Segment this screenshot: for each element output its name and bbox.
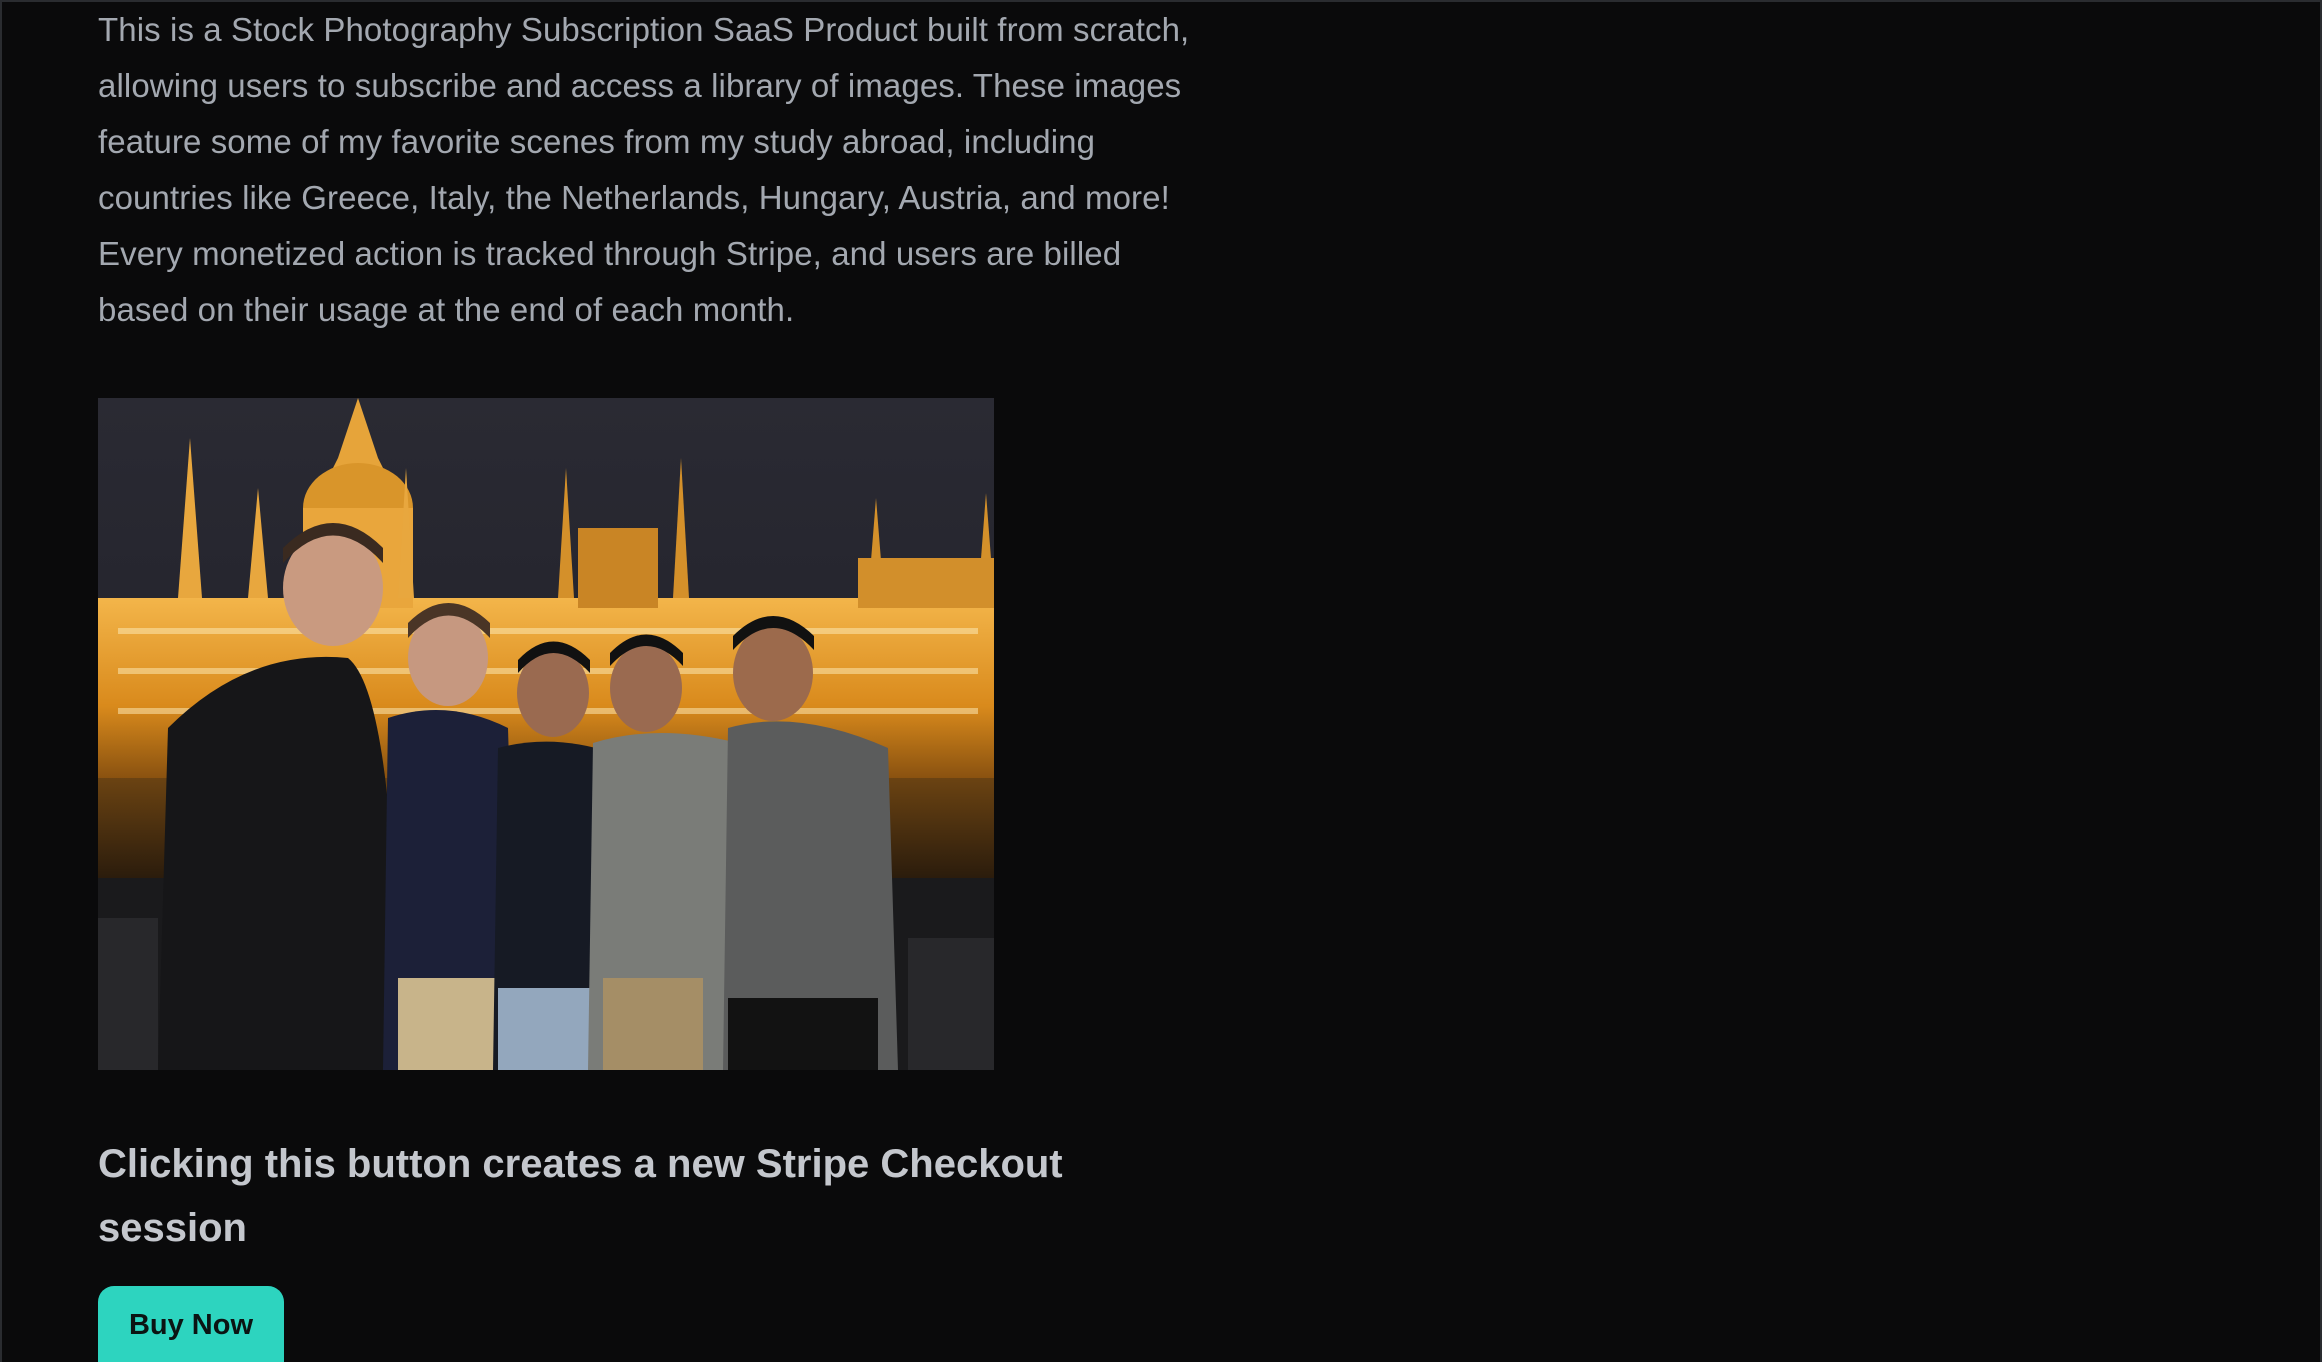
description-line: based on their usage at the end of each … bbox=[98, 291, 795, 328]
group-photo bbox=[98, 398, 994, 1070]
description-line: countries like Greece, Italy, the Nether… bbox=[98, 179, 1170, 216]
checkout-heading-line: Clicking this button creates a new Strip… bbox=[98, 1142, 1063, 1186]
page-frame: This is a Stock Photography Subscription… bbox=[0, 0, 2322, 1362]
description-line: allowing users to subscribe and access a… bbox=[98, 67, 1182, 104]
description-line: Every monetized action is tracked throug… bbox=[98, 235, 1122, 272]
description-line: feature some of my favorite scenes from … bbox=[98, 123, 1096, 160]
checkout-heading: Clicking this button creates a new Strip… bbox=[98, 1132, 1148, 1260]
checkout-heading-line: session bbox=[98, 1206, 247, 1250]
main-content: This is a Stock Photography Subscription… bbox=[98, 2, 1248, 1362]
description-line: This is a Stock Photography Subscription… bbox=[98, 11, 1190, 48]
buy-now-button[interactable]: Buy Now bbox=[98, 1286, 284, 1362]
product-description: This is a Stock Photography Subscription… bbox=[98, 2, 1248, 338]
